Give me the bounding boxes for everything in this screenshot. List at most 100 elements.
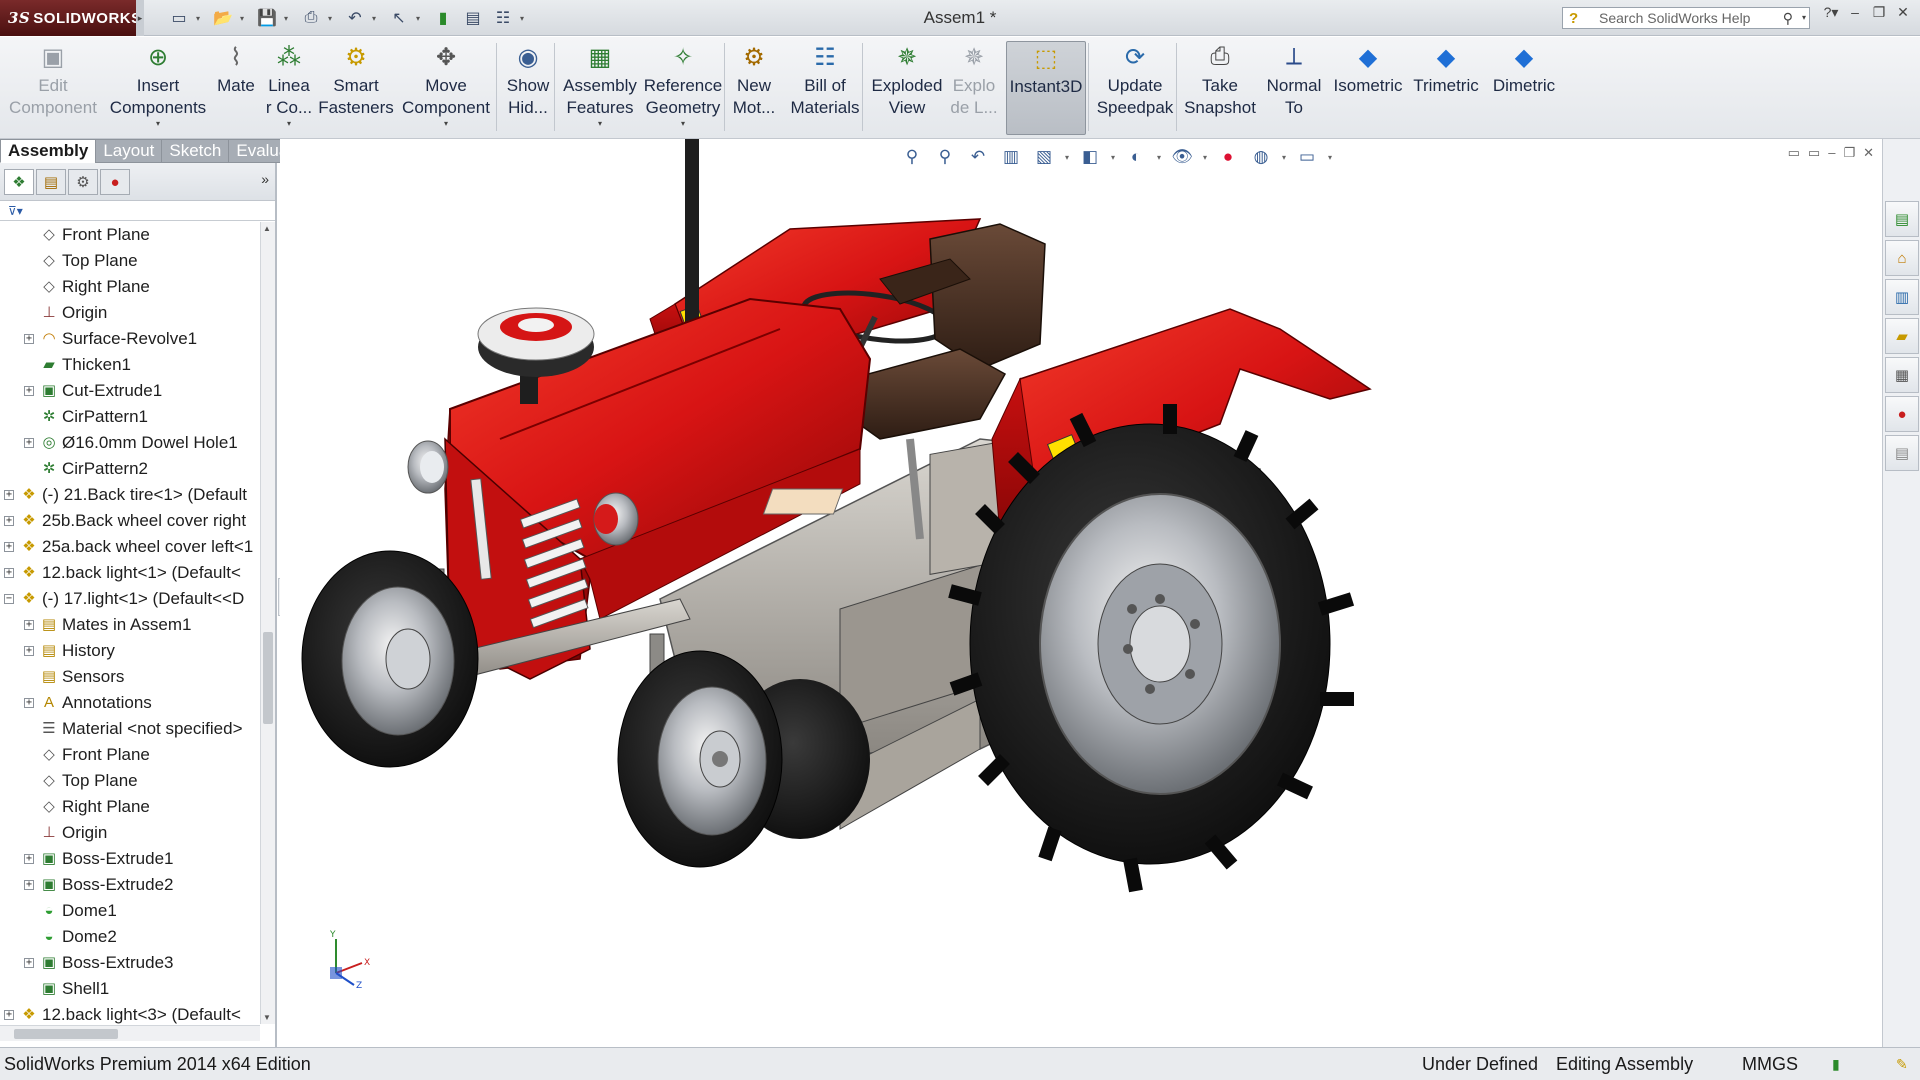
- solidworks-logo[interactable]: 3S SOLIDWORKS: [0, 0, 141, 36]
- rebuild-icon[interactable]: ▮: [430, 6, 456, 30]
- new-document-icon[interactable]: ▭: [166, 6, 192, 30]
- scrollbar-thumb[interactable]: [263, 632, 273, 724]
- file-explorer-icon[interactable]: ▰: [1885, 318, 1919, 354]
- scroll-up-icon[interactable]: ▲: [263, 224, 271, 233]
- tree-item[interactable]: + ▣ Cut-Extrude1: [0, 378, 262, 404]
- tree-item[interactable]: ▰ Thicken1: [0, 352, 262, 378]
- tab-layout[interactable]: Layout: [95, 139, 163, 163]
- expand-icon[interactable]: +: [24, 438, 34, 448]
- show-hidden-button[interactable]: ◉ Show Hid...: [500, 41, 556, 135]
- tree-item[interactable]: ◇ Top Plane: [0, 248, 262, 274]
- explode-line-sketch-button[interactable]: ✵ Explo de L...: [948, 41, 1000, 135]
- appearances-scenes-icon[interactable]: ●: [1885, 396, 1919, 432]
- view-palette-icon[interactable]: ▦: [1885, 357, 1919, 393]
- tree-item[interactable]: + ❖ (-) 21.Back tire<1> (Default: [0, 482, 262, 508]
- expand-icon[interactable]: +: [24, 646, 34, 656]
- restore-icon[interactable]: ❐: [1870, 4, 1888, 21]
- select-dropdown-icon[interactable]: ▾: [416, 6, 426, 30]
- isometric-button[interactable]: ◆ Isometric: [1330, 41, 1406, 135]
- expand-icon[interactable]: +: [4, 542, 14, 552]
- tree-item[interactable]: ✲ CirPattern1: [0, 404, 262, 430]
- help-search-input[interactable]: ? Search SolidWorks Help ⚲ ▾: [1562, 7, 1810, 29]
- tree-item[interactable]: ◇ Right Plane: [0, 274, 262, 300]
- exploded-view-button[interactable]: ✵ Exploded View: [866, 41, 948, 135]
- expand-icon[interactable]: +: [24, 854, 34, 864]
- select-arrow-icon[interactable]: ↖: [386, 6, 412, 30]
- tree-item[interactable]: ◇ Front Plane: [0, 742, 262, 768]
- open-dropdown-icon[interactable]: ▾: [240, 6, 250, 30]
- front-left-wheel[interactable]: [301, 550, 479, 768]
- print-dropdown-icon[interactable]: ▾: [328, 6, 338, 30]
- home-icon[interactable]: ⌂: [1885, 240, 1919, 276]
- minimize-icon[interactable]: –: [1846, 4, 1864, 21]
- expand-icon[interactable]: +: [4, 490, 14, 500]
- front-right-wheel[interactable]: [617, 650, 783, 868]
- expand-icon[interactable]: +: [24, 386, 34, 396]
- tree-item[interactable]: ◒ Dome2: [0, 924, 262, 950]
- bill-of-materials-button[interactable]: ☷ Bill of Materials: [786, 41, 864, 135]
- tree-item[interactable]: + ◎ Ø16.0mm Dowel Hole1: [0, 430, 262, 456]
- tab-assembly[interactable]: Assembly: [0, 139, 97, 163]
- tree-item[interactable]: ◒ Dome1: [0, 898, 262, 924]
- reference-geometry-button[interactable]: ✧ Reference Geometry ▾: [642, 41, 724, 135]
- right-headlight[interactable]: [593, 492, 639, 546]
- close-icon[interactable]: ✕: [1894, 4, 1912, 21]
- linear-component-pattern-button[interactable]: ⁂ Linea r Co... ▾: [262, 41, 316, 135]
- tree-item[interactable]: + ❖ 12.back light<3> (Default<: [0, 1002, 262, 1024]
- print-icon[interactable]: ⎙: [298, 6, 324, 30]
- tab-sketch[interactable]: Sketch: [161, 139, 230, 163]
- move-component-button[interactable]: ✥ Move Component ▾: [400, 41, 492, 135]
- instant3d-button[interactable]: ⬚ Instant3D: [1006, 41, 1086, 135]
- tree-item[interactable]: ◇ Top Plane: [0, 768, 262, 794]
- chevron-down-icon[interactable]: ▾: [156, 119, 160, 128]
- take-snapshot-button[interactable]: ⎙ Take Snapshot: [1180, 41, 1260, 135]
- left-headlight[interactable]: [407, 440, 449, 494]
- save-icon[interactable]: 💾: [254, 6, 280, 30]
- scrollbar-thumb[interactable]: [14, 1029, 118, 1039]
- collapse-icon[interactable]: −: [4, 594, 14, 604]
- trimetric-button[interactable]: ◆ Trimetric: [1410, 41, 1482, 135]
- tree-item[interactable]: ◇ Right Plane: [0, 794, 262, 820]
- assembly-features-button[interactable]: ▦ Assembly Features ▾: [560, 41, 640, 135]
- solidworks-resources-icon[interactable]: ▤: [1885, 201, 1919, 237]
- tree-item[interactable]: ◇ Front Plane: [0, 222, 262, 248]
- display-manager-tab-icon[interactable]: ●: [100, 169, 130, 195]
- tree-item[interactable]: − ❖ (-) 17.light<1> (Default<<D: [0, 586, 262, 612]
- feature-tree-tab-icon[interactable]: ❖: [4, 169, 34, 195]
- search-dropdown-icon[interactable]: ▾: [1802, 8, 1806, 28]
- mate-button[interactable]: ⌇ Mate: [212, 41, 260, 135]
- property-manager-tab-icon[interactable]: ▤: [36, 169, 66, 195]
- search-icon[interactable]: ⚲: [1783, 8, 1793, 28]
- tree-item[interactable]: + ▣ Boss-Extrude3: [0, 950, 262, 976]
- tree-vertical-scrollbar[interactable]: ▲ ▼: [260, 222, 275, 1024]
- undo-icon[interactable]: ↶: [342, 6, 368, 30]
- normal-to-button[interactable]: ⟂ Normal To: [1262, 41, 1326, 135]
- rebuild-status-icon[interactable]: ▮: [1832, 1048, 1840, 1080]
- tree-item[interactable]: ✲ CirPattern2: [0, 456, 262, 482]
- smart-fasteners-button[interactable]: ⚙ Smart Fasteners: [316, 41, 396, 135]
- tree-item[interactable]: + ▤ History: [0, 638, 262, 664]
- tree-item[interactable]: + ▣ Boss-Extrude2: [0, 872, 262, 898]
- expand-panel-icon[interactable]: »: [261, 171, 269, 187]
- scroll-down-icon[interactable]: ▼: [263, 1013, 271, 1022]
- notification-icon[interactable]: ✎: [1896, 1048, 1908, 1080]
- tree-horizontal-scrollbar[interactable]: [0, 1025, 260, 1041]
- tree-item[interactable]: ⊥ Origin: [0, 300, 262, 326]
- options-icon[interactable]: ☷: [490, 6, 516, 30]
- chevron-down-icon[interactable]: ▾: [444, 119, 448, 128]
- custom-properties-icon[interactable]: ▤: [1885, 435, 1919, 471]
- dimetric-button[interactable]: ◆ Dimetric: [1486, 41, 1562, 135]
- update-speedpak-button[interactable]: ⟳ Update Speedpak: [1092, 41, 1178, 135]
- tree-item[interactable]: + ❖ 25b.Back wheel cover right: [0, 508, 262, 534]
- design-library-icon[interactable]: ▥: [1885, 279, 1919, 315]
- tree-item[interactable]: + A Annotations: [0, 690, 262, 716]
- tree-item[interactable]: + ▤ Mates in Assem1: [0, 612, 262, 638]
- chevron-down-icon[interactable]: ▾: [287, 119, 291, 128]
- tree-item[interactable]: ☰ Material <not specified>: [0, 716, 262, 742]
- tree-item[interactable]: ⊥ Origin: [0, 820, 262, 846]
- tree-item[interactable]: ▤ Sensors: [0, 664, 262, 690]
- options-dropdown-icon[interactable]: ▾: [520, 6, 530, 30]
- file-properties-icon[interactable]: ▤: [460, 6, 486, 30]
- menu-expand-arrow[interactable]: ▸: [136, 0, 144, 36]
- expand-icon[interactable]: +: [24, 958, 34, 968]
